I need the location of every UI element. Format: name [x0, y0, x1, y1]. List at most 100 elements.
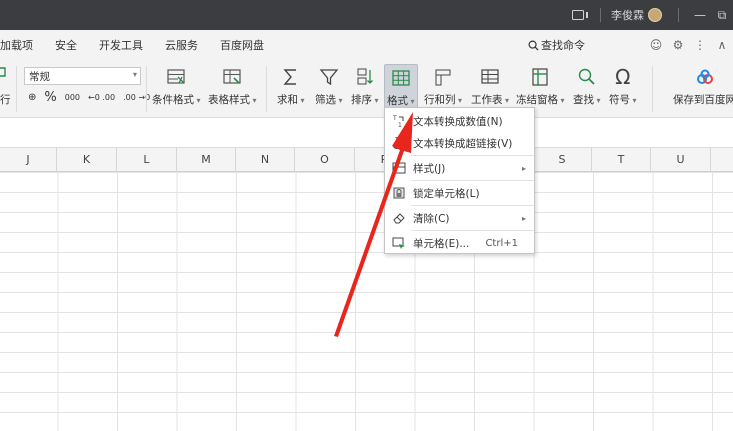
sort-label: 排序 [351, 92, 379, 107]
freeze-panes-button[interactable]: 冻结窗格 [516, 64, 565, 107]
wrap-text-label[interactable]: 行 [0, 92, 11, 107]
menu-developer-tools[interactable]: 开发工具 [99, 37, 143, 53]
submenu-arrow-icon: ▸ [521, 163, 526, 173]
more-icon[interactable]: ⋮ [689, 38, 711, 52]
svg-text:T: T [394, 137, 399, 143]
currency-format-button[interactable]: ⊕ [28, 92, 36, 103]
percent-format-button[interactable]: % [44, 90, 56, 105]
formula-bar[interactable] [0, 118, 733, 148]
cell-grid[interactable] [0, 172, 733, 431]
link-icon: T [393, 137, 405, 149]
sum-label: 求和 [277, 92, 305, 107]
table-style-label: 表格样式 [208, 92, 257, 107]
menu-baidu-netdisk[interactable]: 百度网盘 [220, 37, 264, 53]
omega-icon: Ω [615, 65, 631, 89]
save-to-baidu-button[interactable]: 保存到百度网 [673, 64, 733, 107]
menu-addins[interactable]: 加载项 [0, 37, 33, 53]
collapse-icon[interactable]: ∧ [711, 38, 733, 52]
baidu-netdisk-icon [696, 69, 713, 84]
lock-icon [393, 187, 405, 199]
symbol-label: 符号 [609, 92, 637, 107]
menu-divider [411, 180, 534, 181]
symbol-button[interactable]: Ω 符号 [609, 64, 637, 107]
find-icon [578, 68, 595, 85]
rows-cols-button[interactable]: 行和列 [424, 64, 462, 107]
save-to-baidu-label: 保存到百度网 [673, 94, 733, 106]
column-header[interactable]: U [651, 148, 711, 172]
increase-decimal-button[interactable]: ←0 .00 [88, 93, 115, 102]
format-icon [392, 70, 410, 86]
search-command-label: 查找命令 [541, 39, 585, 52]
column-header[interactable]: J [0, 148, 57, 172]
title-bar-right: 李俊霖 — ⧉ [572, 0, 733, 30]
sum-icon [283, 69, 296, 85]
table-style-button[interactable]: 表格样式 [208, 64, 257, 107]
menu-item-clear[interactable]: 清除(C) ▸ [385, 207, 534, 229]
avatar[interactable] [648, 8, 662, 22]
settings-icon[interactable]: ⚙ [667, 38, 689, 52]
number-format-select[interactable]: 常规 [24, 67, 141, 85]
menu-item-text-to-hyperlink[interactable]: T 文本转换成超链接(V) [385, 132, 534, 154]
number-format-buttons: ⊕ % 000 ←0 .00 .00 →0 [28, 90, 158, 105]
menu-item-cell[interactable]: 单元格(E)... Ctrl+1 [385, 232, 534, 254]
wrap-icon [0, 67, 6, 77]
column-header[interactable]: N [236, 148, 295, 172]
column-header[interactable]: T [592, 148, 651, 172]
svg-text:1: 1 [398, 122, 402, 128]
menu-item-style[interactable]: 样式(J) ▸ [385, 157, 534, 179]
tablet-mode-icon[interactable] [572, 10, 588, 20]
cell-icon [392, 237, 405, 249]
sum-button[interactable]: 求和 [277, 64, 305, 107]
restore-button[interactable]: ⧉ [711, 8, 733, 23]
conditional-format-label: 条件格式 [152, 92, 201, 107]
menu-divider [411, 205, 534, 206]
column-header[interactable]: K [57, 148, 117, 172]
table-style-icon [223, 69, 241, 84]
ribbon-left-fragment [0, 64, 8, 89]
column-header[interactable]: O [295, 148, 355, 172]
menu-cloud-services[interactable]: 云服务 [165, 37, 198, 53]
rows-cols-label: 行和列 [424, 92, 462, 107]
search-command[interactable]: 查找命令 [528, 37, 585, 53]
format-button[interactable]: 格式 [384, 64, 418, 111]
sort-button[interactable]: 排序 [351, 64, 379, 107]
column-header-row: J K L M N O P Q R S T U [0, 148, 733, 172]
worksheet-button[interactable]: 工作表 [471, 64, 509, 107]
menu-item-label: 清除(C) [413, 212, 450, 225]
column-header[interactable]: L [117, 148, 177, 172]
minimize-button[interactable]: — [689, 8, 711, 22]
find-button[interactable]: 查找 [573, 64, 601, 107]
conditional-format-button[interactable]: 条件格式 [152, 64, 201, 107]
worksheet-label: 工作表 [471, 92, 509, 107]
thousands-format-button[interactable]: 000 [65, 93, 80, 102]
divider [600, 8, 601, 22]
menu-item-label: 锁定单元格(L) [413, 187, 480, 200]
ribbon-toolbar: 行 常规 ⊕ % 000 ←0 .00 .00 →0 条件格式 表格样式 求和 … [0, 60, 733, 118]
menu-right: 查找命令 ☺ ⚙ ⋮ ∧ [528, 30, 733, 60]
submenu-arrow-icon: ▸ [521, 213, 526, 223]
column-header[interactable]: M [177, 148, 236, 172]
menu-item-label: 文本转换成超链接(V) [413, 137, 513, 150]
user-name[interactable]: 李俊霖 [611, 7, 644, 23]
divider [266, 66, 267, 112]
divider [16, 66, 17, 112]
find-label: 查找 [573, 92, 601, 107]
menu-item-lock-cell[interactable]: 锁定单元格(L) [385, 182, 534, 204]
freeze-panes-icon [532, 68, 548, 86]
feedback-icon[interactable]: ☺ [645, 38, 667, 52]
format-label: 格式 [387, 93, 415, 108]
svg-text:T: T [392, 115, 397, 122]
menu-item-shortcut: Ctrl+1 [485, 237, 518, 249]
freeze-panes-label: 冻结窗格 [516, 92, 565, 107]
eraser-icon [393, 213, 405, 224]
filter-button[interactable]: 筛选 [315, 64, 343, 107]
menu-item-label: 文本转换成数值(N) [413, 115, 503, 128]
worksheet-icon [481, 69, 499, 84]
menu-divider [411, 230, 534, 231]
menu-security[interactable]: 安全 [55, 37, 77, 53]
column-header[interactable]: S [533, 148, 592, 172]
divider [652, 66, 653, 112]
menu-item-text-to-number[interactable]: T1 文本转换成数值(N) [385, 110, 534, 132]
menu-item-label: 样式(J) [413, 162, 446, 175]
menu-divider [411, 155, 534, 156]
